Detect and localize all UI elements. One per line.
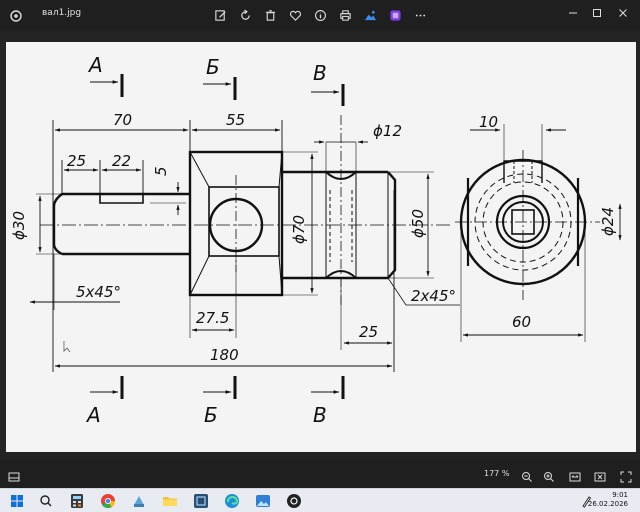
image-viewport[interactable]: А Б В А Б В 70 55 25 22 5 ϕ12 10 ϕ30 ϕ70… <box>0 30 640 460</box>
zoom-in-icon[interactable] <box>543 468 555 482</box>
section-label-a-bottom: А <box>85 403 101 427</box>
minimize-icon[interactable] <box>562 4 584 22</box>
print-icon[interactable] <box>337 7 353 23</box>
status-bar: 177 % <box>0 460 640 488</box>
dim-chamfer-right: 2x45° <box>411 287 456 305</box>
dim-22: 22 <box>112 152 131 170</box>
title-bar: вал1.jpg <box>0 0 640 30</box>
dim-phi12: ϕ12 <box>373 122 402 140</box>
dim-55: 55 <box>226 111 245 129</box>
dim-chamfer-left: 5x45° <box>76 283 121 301</box>
info-icon[interactable] <box>312 7 328 23</box>
actual-size-icon[interactable] <box>594 468 606 482</box>
section-label-v-top: В <box>313 61 327 85</box>
clock-date: 26.02.2026 <box>587 500 628 508</box>
dim-180: 180 <box>210 346 239 364</box>
dim-phi24: ϕ24 <box>599 207 617 236</box>
start-icon[interactable] <box>8 492 26 510</box>
dim-27-5: 27.5 <box>196 309 229 327</box>
dim-phi70: ϕ70 <box>290 215 308 244</box>
dim-25-top: 25 <box>67 152 86 170</box>
maximize-icon[interactable] <box>586 4 608 22</box>
search-icon[interactable] <box>37 492 55 510</box>
edit-icon[interactable] <box>212 7 228 23</box>
obs-icon[interactable] <box>285 492 303 510</box>
section-label-a-top: А <box>87 53 103 77</box>
more-icon[interactable] <box>412 7 428 23</box>
filmstrip-icon[interactable] <box>8 468 20 482</box>
file-explorer-icon[interactable] <box>161 492 179 510</box>
edit-photo-icon[interactable] <box>362 7 378 23</box>
section-label-b-bottom: Б <box>204 403 218 427</box>
fit-to-window-icon[interactable] <box>569 468 581 482</box>
technical-drawing-image: А Б В А Б В 70 55 25 22 5 ϕ12 10 ϕ30 ϕ70… <box>6 42 636 452</box>
photos-app-window: вал1.jpg А Б В А Б В 70 55 25 22 5 ϕ12 1… <box>0 0 640 512</box>
dim-phi50: ϕ50 <box>409 209 427 238</box>
shaft-outline <box>52 150 397 297</box>
clock-time: 9:01 <box>612 491 628 499</box>
close-icon[interactable] <box>612 4 634 22</box>
taskbar-clock[interactable]: 9:01 26.02.2026 <box>588 491 628 509</box>
mouse-cursor <box>63 341 71 353</box>
section-label-v-bottom: В <box>313 403 327 427</box>
file-name: вал1.jpg <box>42 8 82 18</box>
rotate-icon[interactable] <box>237 7 253 23</box>
shaft-drawing: А Б В А Б В 70 55 25 22 5 ϕ12 10 ϕ30 ϕ70… <box>10 53 622 427</box>
dim-phi30: ϕ30 <box>10 211 28 240</box>
windows-taskbar: 9:01 26.02.2026 <box>0 488 640 512</box>
app-icon[interactable] <box>130 492 148 510</box>
photos-app-icon <box>9 8 23 22</box>
section-label-b-top: Б <box>206 55 220 79</box>
code-editor-icon[interactable] <box>192 492 210 510</box>
fullscreen-icon[interactable] <box>620 468 632 483</box>
dim-5: 5 <box>152 166 170 176</box>
chrome-icon[interactable] <box>99 492 117 510</box>
favorite-icon[interactable] <box>287 7 303 23</box>
zoom-level: 177 % <box>484 469 510 478</box>
delete-icon[interactable] <box>262 7 278 23</box>
zoom-out-icon[interactable] <box>521 468 533 482</box>
clipchamp-icon[interactable] <box>387 7 403 23</box>
dim-25-bottom: 25 <box>359 323 378 341</box>
dim-70: 70 <box>113 111 132 129</box>
edge-icon[interactable] <box>223 492 241 510</box>
dim-10: 10 <box>479 113 498 131</box>
dim-60: 60 <box>512 313 531 331</box>
photos-icon[interactable] <box>254 492 272 510</box>
calculator-icon[interactable] <box>68 492 86 510</box>
